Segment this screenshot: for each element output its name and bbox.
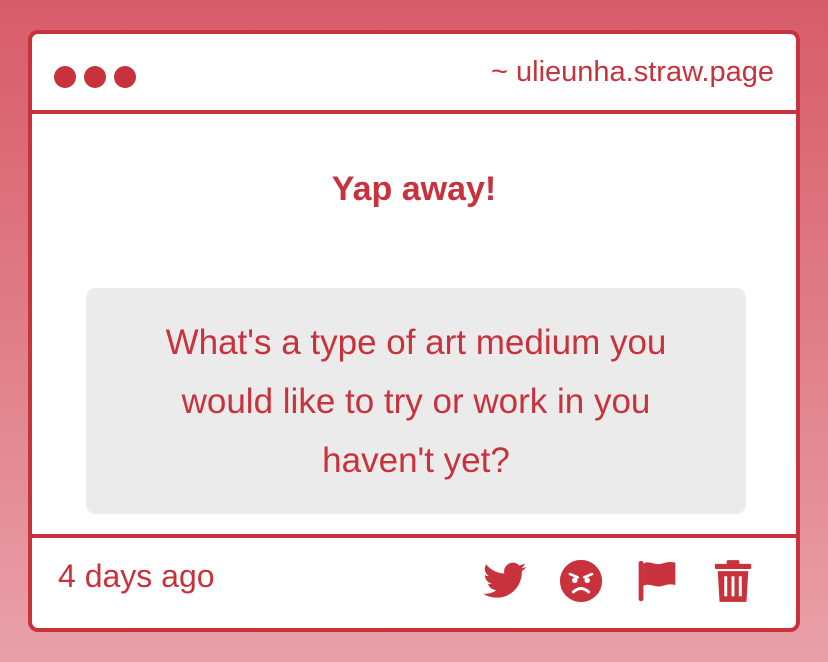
twitter-icon[interactable]	[482, 558, 528, 604]
flag-icon[interactable]	[634, 558, 680, 604]
window-controls	[54, 66, 136, 88]
window-dot	[54, 66, 76, 88]
window-card: ~ ulieunha.straw.page Yap away! What's a…	[28, 30, 800, 632]
action-bar	[482, 558, 756, 604]
angry-face-icon[interactable]	[558, 558, 604, 604]
post-body: Yap away! What's a type of art medium yo…	[32, 114, 796, 538]
window-titlebar: ~ ulieunha.straw.page	[32, 34, 796, 114]
site-url: ~ ulieunha.straw.page	[491, 56, 774, 88]
question-text: What's a type of art medium you would li…	[165, 322, 667, 480]
post-footer: 4 days ago	[32, 538, 796, 628]
question-box: What's a type of art medium you would li…	[86, 288, 746, 514]
timestamp: 4 days ago	[58, 558, 215, 594]
window-dot	[114, 66, 136, 88]
window-dot	[84, 66, 106, 88]
page-title: Yap away!	[331, 170, 497, 208]
trash-icon[interactable]	[710, 558, 756, 604]
